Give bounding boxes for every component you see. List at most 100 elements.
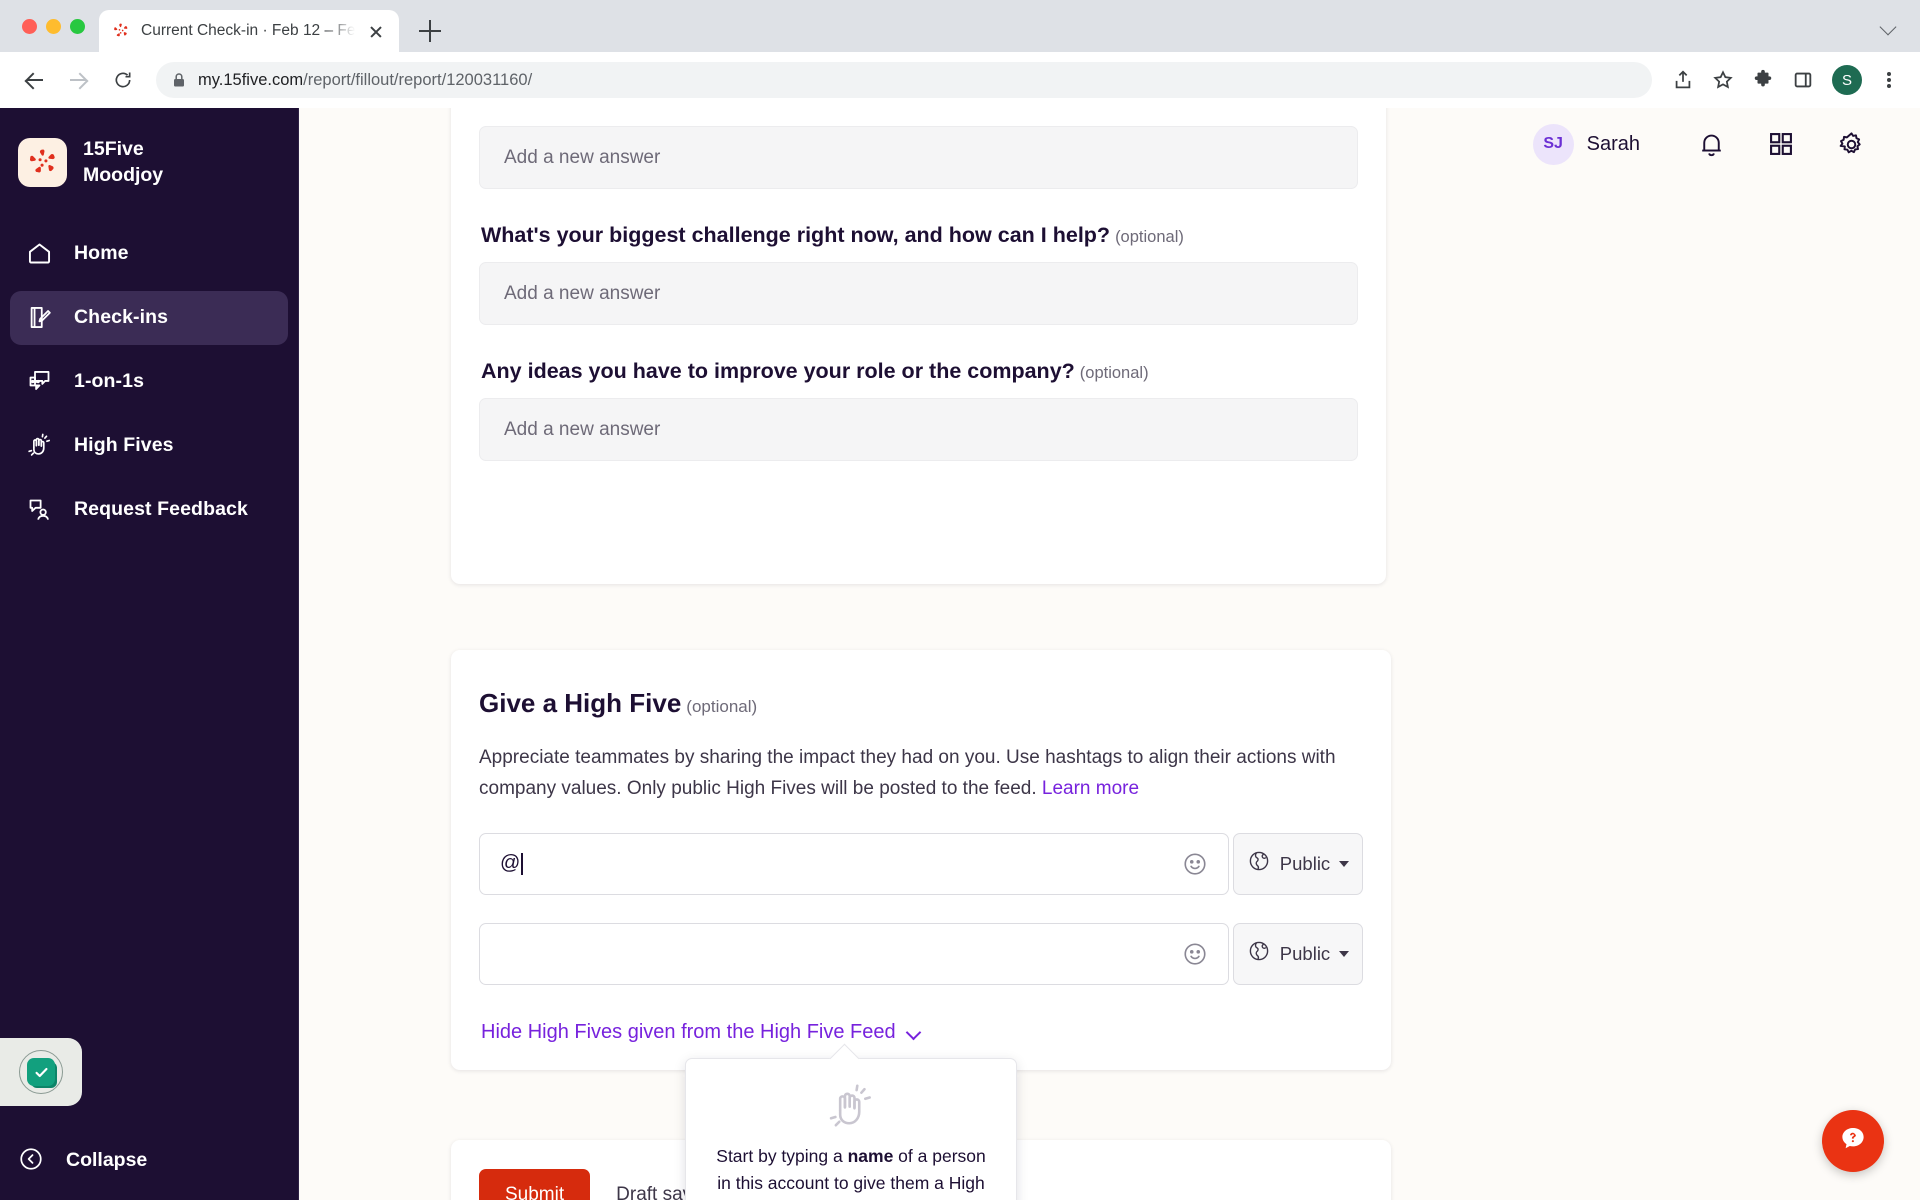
feedback-person-icon (26, 496, 54, 524)
sidebar-item-label: Home (74, 242, 129, 265)
collapse-label: Collapse (66, 1148, 148, 1171)
sidebar-nav: Home Check-ins 1-on-1s High Fives Reques… (0, 227, 298, 537)
brand-block[interactable]: 15Five Moodjoy (0, 108, 298, 189)
bookmark-star-icon[interactable] (1706, 63, 1740, 97)
browser-window: Current Check-in · Feb 12 – Fe my.15five… (0, 0, 1920, 1200)
section-optional: (optional) (686, 697, 758, 716)
back-button[interactable] (16, 61, 54, 99)
address-bar-url: my.15five.com/report/fillout/report/1200… (198, 71, 532, 90)
globe-icon (1247, 939, 1271, 968)
url-host: my.15five.com (198, 70, 304, 89)
tab-search-chevron-down-icon[interactable] (1876, 13, 1902, 39)
close-window-button[interactable] (22, 18, 37, 34)
minimize-window-button[interactable] (46, 18, 61, 34)
sidebar-item-check-ins[interactable]: Check-ins (10, 290, 288, 345)
emoji-smiley-icon[interactable] (1182, 941, 1208, 967)
question-chat-icon (1838, 1124, 1868, 1159)
high-five-input-1[interactable] (479, 922, 1229, 985)
reload-button[interactable] (104, 61, 142, 99)
collapse-chevron-left-icon (18, 1146, 46, 1174)
15five-favicon-icon (111, 21, 131, 41)
answer-placeholder: Add a new answer (504, 418, 661, 440)
text-caret (521, 852, 523, 875)
maximize-window-button[interactable] (70, 18, 85, 34)
questions-card: Add a new answer What's your biggest cha… (451, 108, 1386, 584)
high-five-input-0[interactable]: @ (479, 832, 1229, 895)
answer-field-0[interactable]: Add a new answer (479, 126, 1358, 189)
visibility-dropdown-0[interactable]: Public (1233, 832, 1363, 895)
answer-field-2[interactable]: Add a new answer (479, 398, 1358, 461)
checkin-form: Add a new answer What's your biggest cha… (299, 108, 1920, 1200)
tooltip-text-bold: name (847, 1146, 894, 1166)
high-five-title: Give a High Five (optional) (479, 688, 1363, 719)
window-traffic-lights (12, 0, 99, 52)
address-bar[interactable]: my.15five.com/report/fillout/report/1200… (156, 62, 1652, 98)
extensions-puzzle-icon[interactable] (1746, 63, 1780, 97)
sidebar: 15Five Moodjoy Home Check-ins 1-on-1s Hi… (0, 108, 299, 1200)
learn-more-link[interactable]: Learn more (1042, 778, 1139, 799)
tab-close-icon[interactable] (365, 20, 387, 42)
brand-workspace: Moodjoy (83, 164, 164, 187)
15five-logo-icon (18, 137, 67, 187)
sidebar-item-1-on-1s[interactable]: 1-on-1s (10, 355, 288, 409)
emoji-smiley-icon[interactable] (1182, 851, 1208, 877)
new-tab-button[interactable] (409, 10, 451, 52)
answer-placeholder: Add a new answer (504, 282, 661, 304)
answer-field-1[interactable]: Add a new answer (479, 262, 1358, 325)
high-five-hand-icon (26, 432, 54, 460)
description-text: Appreciate teammates by sharing the impa… (479, 747, 1336, 799)
sidebar-item-home[interactable]: Home (10, 227, 288, 281)
answer-placeholder: Add a new answer (504, 146, 661, 168)
question-text: Any ideas you have to improve your role … (481, 359, 1075, 383)
browser-menu-icon[interactable] (1874, 63, 1904, 97)
tooltip-text: Start by typing a name of a person in th… (712, 1143, 990, 1200)
tabstrip-right-controls (1876, 0, 1920, 52)
sidebar-item-label: 1-on-1s (74, 370, 145, 393)
chevron-down-icon (1339, 950, 1350, 957)
url-path: /report/fillout/report/120031160/ (303, 70, 533, 89)
high-five-description: Appreciate teammates by sharing the impa… (479, 743, 1369, 805)
help-button[interactable] (1822, 1110, 1884, 1172)
high-five-card: Give a High Five (optional) Appreciate te… (451, 650, 1391, 1070)
bell-icon[interactable] (1676, 120, 1746, 168)
globe-icon (1247, 849, 1271, 878)
high-five-tooltip: Start by typing a name of a person in th… (685, 1058, 1017, 1200)
browser-tab[interactable]: Current Check-in · Feb 12 – Fe (99, 10, 399, 52)
visibility-dropdown-1[interactable]: Public (1233, 922, 1363, 985)
lock-icon (172, 72, 186, 88)
browser-profile-avatar[interactable]: S (1832, 65, 1862, 95)
chevron-down-icon (1339, 860, 1350, 867)
browser-tabstrip: Current Check-in · Feb 12 – Fe (0, 0, 1920, 52)
section-heading: Give a High Five (479, 688, 682, 718)
avatar: SJ (1532, 123, 1574, 165)
side-panel-icon[interactable] (1786, 63, 1820, 97)
question-optional: (optional) (1115, 228, 1184, 246)
app-body: 15Five Moodjoy Home Check-ins 1-on-1s Hi… (0, 108, 1920, 1200)
sidebar-item-label: High Fives (74, 434, 174, 457)
user-name: Sarah (1586, 132, 1640, 155)
visibility-label: Public (1279, 942, 1331, 964)
sidebar-item-request-feedback[interactable]: Request Feedback (10, 483, 288, 537)
chat-bubbles-icon (26, 368, 54, 396)
hide-from-feed-toggle[interactable]: Hide High Fives given from the High Five… (481, 1021, 1363, 1044)
share-icon[interactable] (1666, 63, 1700, 97)
question-title-1: What's your biggest challenge right now,… (481, 223, 1358, 248)
high-five-row-0: @ Public (479, 832, 1363, 895)
sidebar-item-high-fives[interactable]: High Fives (10, 419, 288, 473)
browser-toolbar: my.15five.com/report/fillout/report/1200… (0, 52, 1920, 108)
high-five-hand-icon (712, 1081, 990, 1133)
hide-from-feed-label: Hide High Fives given from the High Five… (481, 1020, 896, 1043)
user-menu[interactable]: SJ Sarah (1532, 123, 1640, 165)
high-five-input-value: @ (500, 852, 521, 875)
question-title-2: Any ideas you have to improve your role … (481, 359, 1358, 384)
collapse-sidebar-button[interactable]: Collapse (18, 1146, 147, 1174)
chevron-down-icon (906, 1027, 922, 1037)
gear-icon[interactable] (1816, 120, 1886, 168)
submit-button[interactable]: Submit (479, 1169, 591, 1200)
sidebar-item-label: Request Feedback (74, 498, 248, 521)
green-check-badge[interactable] (0, 1038, 82, 1106)
forward-button[interactable] (60, 61, 98, 99)
sidebar-item-label: Check-ins (74, 306, 169, 329)
brand-name: 15Five (83, 138, 144, 160)
apps-grid-icon[interactable] (1746, 120, 1816, 168)
